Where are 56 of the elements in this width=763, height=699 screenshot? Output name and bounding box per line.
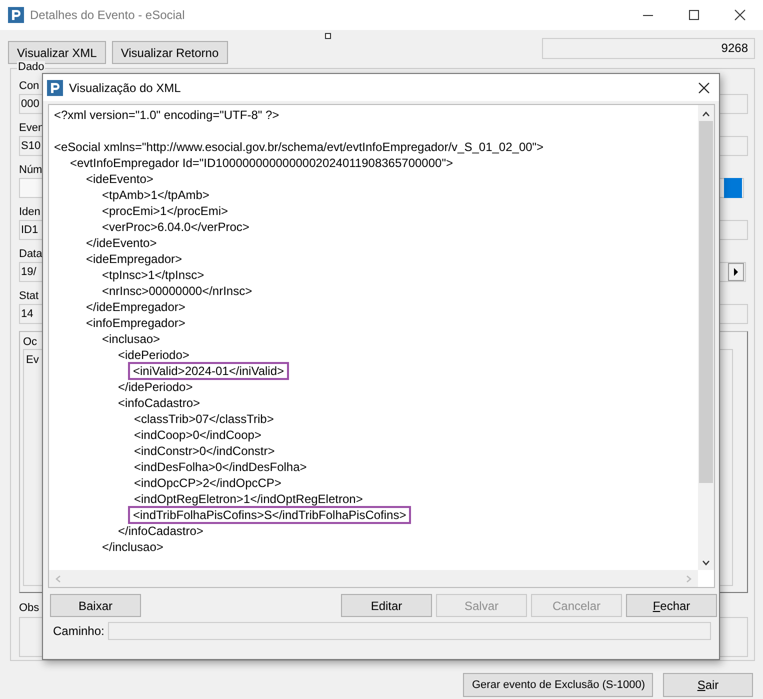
xml-line: <indDesFolha>0</indDesFolha> xyxy=(134,459,307,475)
xml-line: <indOptRegEletron>1</indOptRegEletron> xyxy=(134,491,363,507)
group-legend: Dado xyxy=(17,61,46,73)
field-label: Obs xyxy=(19,601,40,615)
generate-exclusion-button[interactable]: Gerar evento de Exclusão (S-1000) xyxy=(463,673,653,697)
group-legend: Oc xyxy=(23,336,38,348)
xml-line: </idePeriodo> xyxy=(118,379,193,395)
field-label: Iden xyxy=(19,205,40,219)
selected-row-highlight xyxy=(724,178,742,198)
dialog-button[interactable]: Baixar xyxy=(50,594,141,617)
exit-button[interactable]: Sair xyxy=(663,673,753,697)
resize-handle-icon[interactable] xyxy=(324,33,331,39)
field-label: Stat xyxy=(19,289,39,303)
xml-line: <evtInfoEmpregador Id="ID1000000000000002024011908365700000"> xyxy=(70,155,453,171)
app-logo-icon xyxy=(47,80,63,96)
dialog-title: Visualização do XML xyxy=(69,80,182,94)
field-label: Data xyxy=(19,247,42,261)
app-logo-icon xyxy=(8,7,24,23)
xml-line: <verProc>6.04.0</verProc> xyxy=(102,219,250,235)
counter-field: 9268 xyxy=(542,38,755,59)
xml-line: <tpInsc>1</tpInsc> xyxy=(102,267,204,283)
xml-line: <infoEmpregador> xyxy=(86,315,186,331)
triangle-right-icon xyxy=(733,268,739,276)
xml-line: <infoCadastro> xyxy=(118,395,200,411)
xml-line: <iniValid>2024-01</iniValid> xyxy=(130,364,288,378)
window-title: Detalhes do Evento - eSocial xyxy=(30,8,186,22)
path-field[interactable] xyxy=(108,622,711,640)
xml-line: </infoCadastro> xyxy=(118,523,204,539)
view-return-button[interactable]: Visualizar Retorno xyxy=(112,41,228,64)
scroll-right-button[interactable] xyxy=(728,263,744,281)
xml-line: <classTrib>07</classTrib> xyxy=(134,411,274,427)
xml-line: </ideEmpregador> xyxy=(86,299,186,315)
xml-line: <indConstr>0</indConstr> xyxy=(134,443,275,459)
scroll-down-icon[interactable] xyxy=(702,560,710,566)
xml-line: <?xml version="1.0" encoding="UTF-8" ?> xyxy=(54,107,280,123)
dialog-button[interactable]: Editar xyxy=(341,594,432,617)
dialog-button[interactable]: Fechar xyxy=(626,594,717,617)
scroll-up-icon[interactable] xyxy=(702,111,710,117)
xml-line: <ideEvento> xyxy=(86,171,154,187)
xml-line: <procEmi>1</procEmi> xyxy=(102,203,228,219)
list-item[interactable]: Ev xyxy=(26,354,39,366)
xml-line: <ideEmpregador> xyxy=(86,251,182,267)
xml-line: <nrInsc>00000000</nrInsc> xyxy=(102,283,252,299)
xml-line: </inclusao> xyxy=(102,539,164,555)
xml-line: </ideEvento> xyxy=(86,235,157,251)
xml-line: <eSocial xmlns="http://www.esocial.gov.br/schema/evt/evtInfoEmpregador/v_S_01_02_00"> xyxy=(54,139,544,155)
xml-line: <inclusao> xyxy=(102,331,160,347)
path-label: Caminho: xyxy=(53,624,106,638)
xml-line: <indCoop>0</indCoop> xyxy=(134,427,262,443)
xml-line: <tpAmb>1</tpAmb> xyxy=(102,187,210,203)
xml-line: <idePeriodo> xyxy=(118,347,190,363)
field-label: Núm xyxy=(19,163,42,177)
field-label: Con xyxy=(19,79,40,93)
xml-line: <indTribFolhaPisCofins>S</indTribFolhaPisCofins> xyxy=(130,508,410,522)
vertical-scrollbar[interactable] xyxy=(698,105,714,570)
xml-line: <indOpcCP>2</indOpcCP> xyxy=(134,475,282,491)
